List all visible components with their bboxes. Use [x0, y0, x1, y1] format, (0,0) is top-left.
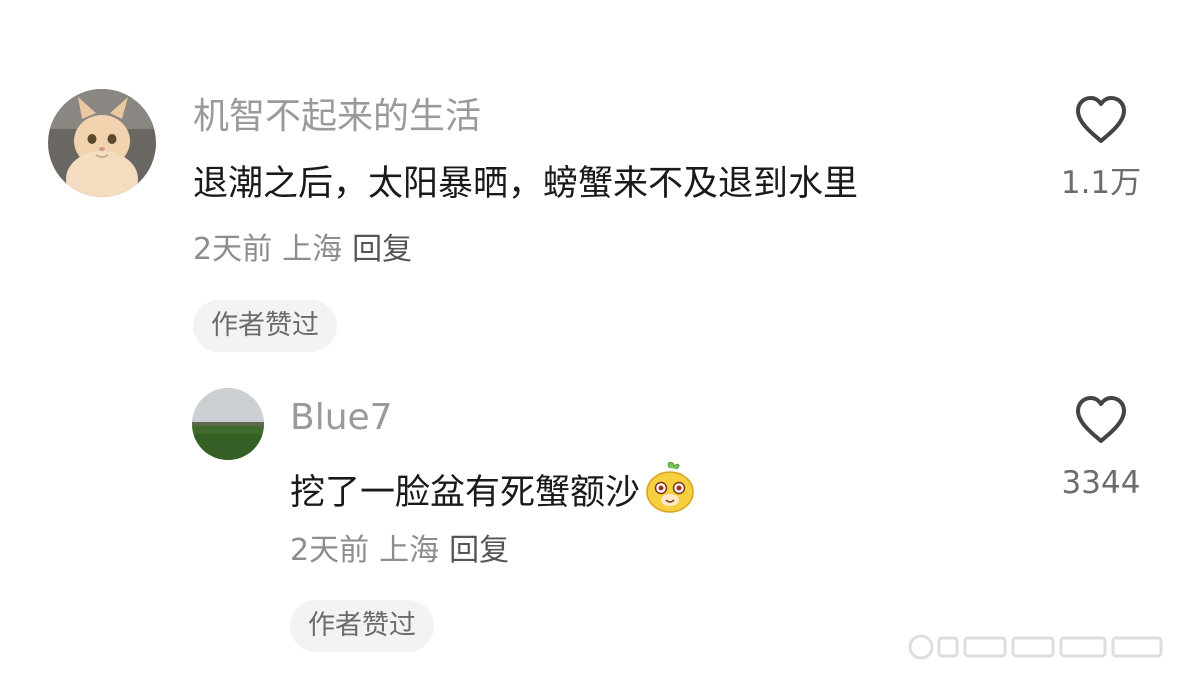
comment-text-row: 挖了一脸盆有死蟹额沙: [290, 460, 696, 525]
reply-button[interactable]: 回复: [449, 533, 509, 568]
cute-face-emoji-icon: [644, 460, 696, 525]
comment-text: 挖了一脸盆有死蟹额沙: [290, 472, 641, 513]
heart-outline-icon[interactable]: [1074, 95, 1128, 145]
comment-time: 2天前: [290, 533, 370, 568]
heart-outline-icon[interactable]: [1074, 395, 1128, 445]
like-count: 1.1万: [1060, 165, 1142, 201]
author-liked-badge: 作者赞过: [290, 600, 434, 652]
comment-meta: 2天前 上海 回复: [290, 533, 519, 569]
comment-location: 上海: [379, 533, 440, 568]
landscape-avatar-icon[interactable]: [192, 388, 264, 460]
username[interactable]: Blue7: [290, 398, 393, 438]
comment-time: 2天前: [193, 232, 273, 267]
comment-location: 上海: [282, 232, 343, 267]
comment-text: 退潮之后，太阳暴晒，螃蟹来不及退到水里: [193, 164, 859, 204]
cat-avatar-icon[interactable]: [48, 89, 156, 197]
like-count: 3344: [1061, 465, 1141, 501]
username[interactable]: 机智不起来的生活: [193, 97, 481, 137]
reply-button[interactable]: 回复: [352, 232, 412, 267]
watermark: [905, 632, 1167, 662]
comment-meta: 2天前 上海 回复: [193, 232, 422, 268]
author-liked-badge: 作者赞过: [193, 300, 337, 352]
